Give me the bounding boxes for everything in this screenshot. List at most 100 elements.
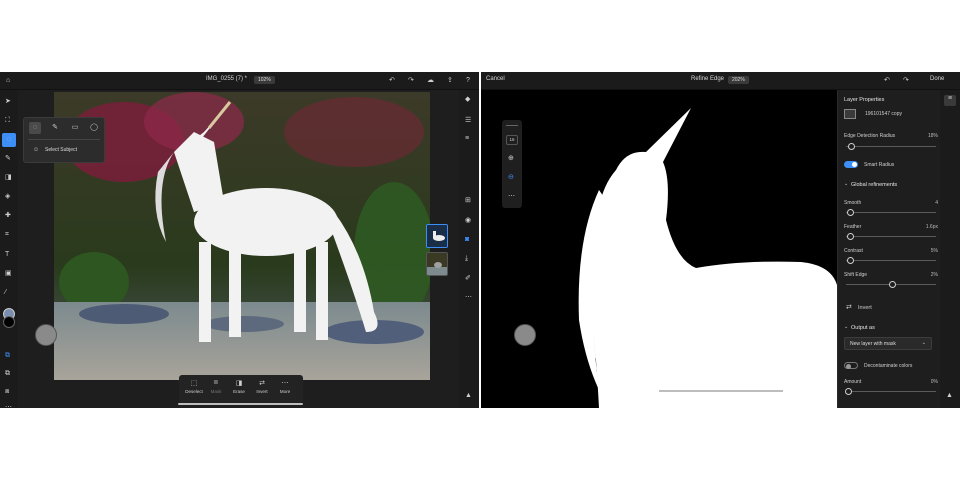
more-button[interactable]: ⋯ More [274, 379, 296, 394]
eraser-tool-icon[interactable]: ◨ [5, 174, 12, 182]
edge-detection-knob[interactable] [848, 143, 855, 150]
edge-detection-slider[interactable] [846, 143, 936, 150]
brush-size-indicator[interactable]: 16 [506, 135, 518, 145]
eraser-icon: ◨ [235, 380, 243, 387]
adjustments-icon[interactable]: ≡ [465, 135, 469, 143]
image-tool-icon[interactable]: ▣ [5, 270, 12, 278]
share-icon[interactable]: ⇪ [447, 77, 453, 85]
feather-value: 1.6px [925, 224, 938, 230]
output-dropdown-value: New layer with mask [850, 341, 896, 347]
brush-more-icon[interactable]: ⋯ [508, 193, 515, 201]
selection-action-bar: ⬚ Deselect ◙ Mask ◨ Erase ⇄ Invert ⋯ Mor… [179, 375, 303, 403]
contrast-label: Contrast [844, 248, 863, 254]
amount-knob[interactable] [845, 388, 852, 395]
type-tool-icon[interactable]: T [5, 251, 9, 259]
subtract-brush-icon[interactable]: ⊖ [508, 174, 514, 182]
add-selection-icon[interactable]: ⧉ [5, 370, 10, 378]
undo-icon[interactable]: ↶ [389, 77, 395, 85]
rectangle-select-icon[interactable]: ▭ [69, 122, 81, 134]
transform-tool-icon[interactable]: ⛶ [5, 117, 10, 125]
select-subject-button[interactable]: Select Subject [45, 147, 77, 153]
output-dropdown[interactable]: New layer with mask ⌄ [844, 337, 932, 350]
redo-icon[interactable]: ↷ [903, 77, 909, 85]
amount-value: 0% [930, 379, 938, 385]
deselect-button[interactable]: ⬚ Deselect [183, 379, 205, 394]
page: ⌂ IMG_0255 (7) * 102% ↶ ↷ ☁ ⇪ ? ➤ ⛶ ◌ ✎ … [0, 0, 960, 480]
feather-knob[interactable] [847, 233, 854, 240]
touch-modifier-button[interactable] [514, 324, 536, 346]
invert-button[interactable]: Invert [858, 305, 872, 311]
add-layer-icon[interactable]: ⊞ [465, 197, 471, 205]
ellipse-select-icon[interactable]: ◯ [88, 122, 100, 134]
canvas[interactable] [54, 92, 430, 380]
quick-select-icon[interactable]: ✎ [49, 122, 61, 134]
global-refinements-header[interactable]: Global refinements [851, 182, 897, 188]
zoom-level[interactable]: 102% [254, 76, 275, 84]
unicorn-thumbnail [427, 225, 447, 247]
layer-properties-icon[interactable]: ☰ [465, 117, 471, 125]
contrast-knob[interactable] [847, 257, 854, 264]
home-icon[interactable]: ⌂ [6, 77, 10, 85]
handle[interactable] [506, 125, 518, 126]
smooth-slider[interactable] [846, 209, 936, 216]
layer-thumbnail-background[interactable] [426, 252, 448, 276]
lasso-select-icon[interactable]: ◌ [29, 122, 41, 134]
global-refinements-chevron[interactable]: ⌄ [844, 181, 848, 187]
home-indicator-right [659, 390, 783, 392]
subtract-selection-icon[interactable]: ⧈ [5, 388, 9, 396]
cancel-button[interactable]: Cancel [486, 76, 505, 82]
layer-more-icon[interactable]: ⋯ [465, 294, 472, 302]
invert-button[interactable]: ⇄ Invert [251, 379, 273, 394]
invert-icon: ⇄ [259, 380, 265, 387]
mask-icon[interactable]: ◙ [465, 236, 469, 244]
output-as-chevron[interactable]: ⌄ [844, 324, 848, 330]
warning-icon[interactable]: ▲ [465, 392, 472, 400]
mask-button[interactable]: ◙ Mask [205, 379, 227, 394]
more-tools-icon[interactable]: ⋯ [5, 404, 12, 408]
layers-icon[interactable]: ◆ [465, 96, 470, 104]
popover-divider [28, 139, 100, 140]
output-as-header[interactable]: Output as [851, 325, 875, 331]
amount-slider[interactable] [845, 388, 936, 395]
smooth-knob[interactable] [847, 209, 854, 216]
refine-edge-title: Refine Edge [691, 76, 725, 82]
healing-tool-icon[interactable]: ✚ [5, 212, 11, 220]
visibility-icon[interactable]: ◉ [465, 217, 471, 225]
decontaminate-label: Decontaminate colors [864, 363, 913, 369]
add-brush-icon[interactable]: ⊕ [508, 155, 514, 163]
contrast-slider[interactable] [846, 257, 936, 264]
lasso-tool-icon[interactable]: ◌ [2, 133, 16, 147]
zoom-level-right[interactable]: 202% [728, 76, 749, 84]
smart-radius-toggle[interactable] [844, 161, 858, 168]
selection-mode-icon[interactable]: ⧉ [5, 352, 10, 360]
decontaminate-toggle[interactable] [844, 362, 858, 369]
erase-button[interactable]: ◨ Erase [228, 379, 250, 394]
brush-tool-icon[interactable]: ✎ [5, 155, 11, 163]
background-thumbnail [427, 253, 447, 275]
shift-edge-slider[interactable] [846, 281, 936, 288]
warning-icon[interactable]: ▲ [946, 392, 953, 400]
fill-tool-icon[interactable]: ◈ [5, 193, 10, 201]
clip-icon[interactable]: ⤓ [465, 255, 468, 263]
contrast-value: 5% [930, 248, 938, 254]
layer-thumbnail-unicorn[interactable] [426, 224, 448, 248]
fx-icon[interactable]: ✐ [465, 275, 471, 283]
touch-modifier-button[interactable] [35, 324, 57, 346]
help-icon[interactable]: ? [466, 77, 470, 85]
selection-tools-popover: ◌ ✎ ▭ ◯ ☺ Select Subject [23, 117, 105, 163]
edge-detection-value: 18% [927, 133, 938, 139]
cloud-icon[interactable]: ☁ [427, 77, 434, 85]
eyedropper-tool-icon[interactable]: ⁄ [5, 289, 6, 297]
undo-icon[interactable]: ↶ [884, 77, 890, 85]
properties-icon[interactable]: ≡ [944, 95, 956, 106]
move-tool-icon[interactable]: ➤ [5, 98, 11, 106]
feather-slider[interactable] [846, 233, 936, 240]
background-color-swatch[interactable] [3, 316, 15, 328]
person-icon: ☺ [33, 147, 40, 153]
done-button[interactable]: Done [930, 76, 944, 82]
crop-tool-icon[interactable]: ⌗ [5, 231, 9, 239]
refine-edge-properties-panel: Layer Properties 196101547 copy Edge Det… [837, 90, 960, 408]
redo-icon[interactable]: ↷ [408, 77, 414, 85]
smart-radius-label: Smart Radius [864, 162, 895, 168]
shift-edge-knob[interactable] [889, 281, 896, 288]
